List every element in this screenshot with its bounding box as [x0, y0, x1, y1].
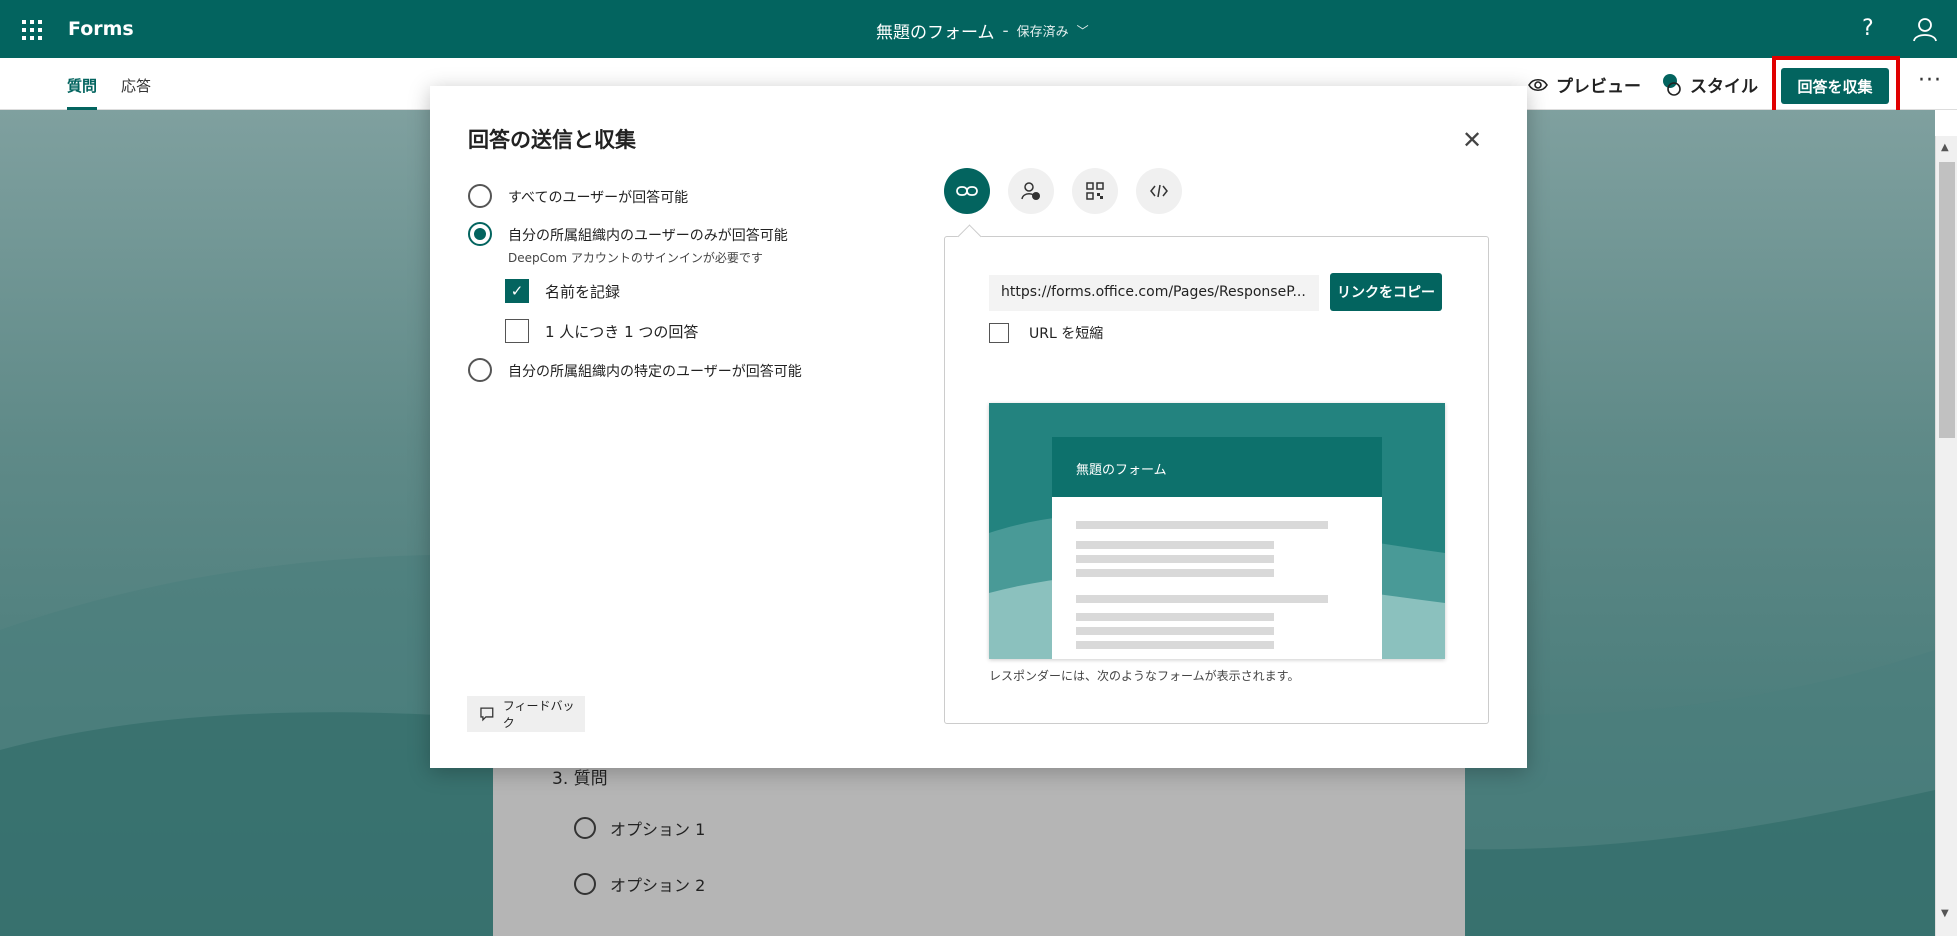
- page-scrollbar[interactable]: ▲ ▼: [1935, 136, 1957, 936]
- preview-label: プレビュー: [1556, 77, 1641, 97]
- preview-line: [1076, 555, 1274, 563]
- chevron-down-icon: ﹀: [1076, 24, 1089, 38]
- form-title-area[interactable]: 無題のフォーム - 保存済み ﹀: [876, 18, 1089, 44]
- option-label: オプション 2: [610, 876, 706, 895]
- preview-form-title: 無題のフォーム: [1052, 437, 1382, 497]
- radio-label: 自分の所属組織内のユーザーのみが回答可能: [508, 228, 788, 244]
- preview-button[interactable]: プレビュー: [1528, 72, 1641, 97]
- checkbox-label: 名前を記録: [545, 282, 621, 301]
- option-radio[interactable]: [574, 817, 596, 839]
- dialog-title: 回答の送信と収集: [468, 128, 636, 152]
- feedback-button[interactable]: フィードバック: [467, 696, 585, 732]
- option-radio[interactable]: [574, 873, 596, 895]
- preview-line: [1076, 595, 1328, 603]
- checkbox[interactable]: [989, 323, 1009, 343]
- preview-line: [1076, 613, 1274, 621]
- comment-icon: [480, 707, 494, 722]
- radio-button[interactable]: [468, 184, 492, 208]
- preview-caption: レスポンダーには、次のようなフォームが表示されます。: [989, 669, 1300, 683]
- qr-code-icon[interactable]: [1072, 168, 1118, 214]
- top-bar: Forms 無題のフォーム - 保存済み ﹀ ?: [0, 0, 1957, 58]
- app-name[interactable]: Forms: [68, 18, 134, 40]
- feedback-label: フィードバック: [502, 699, 575, 730]
- title-separator: -: [1002, 20, 1009, 41]
- preview-line: [1076, 641, 1274, 649]
- help-icon[interactable]: ?: [1862, 16, 1874, 41]
- radio-sublabel: DeepCom アカウントのサインインが必要です: [508, 251, 763, 265]
- invite-people-icon[interactable]: [1008, 168, 1054, 214]
- preview-line: [1076, 521, 1328, 529]
- radio-anyone[interactable]: すべてのユーザーが回答可能: [468, 184, 688, 208]
- checkbox-one-response[interactable]: 1 人につき 1 つの回答: [505, 319, 698, 343]
- palette-icon: [1663, 73, 1681, 96]
- checkbox-record-name[interactable]: ✓ 名前を記録: [505, 279, 620, 303]
- embed-code-icon[interactable]: [1136, 168, 1182, 214]
- close-icon[interactable]: ✕: [1462, 126, 1482, 154]
- form-title: 無題のフォーム: [876, 23, 995, 43]
- radio-org-only[interactable]: 自分の所属組織内のユーザーのみが回答可能 DeepCom アカウントのサインイン…: [468, 222, 788, 266]
- shorten-url-label: URL を短縮: [1029, 326, 1104, 342]
- preview-line: [1076, 569, 1274, 577]
- link-icon[interactable]: [944, 168, 990, 214]
- tab-responses[interactable]: 応答: [121, 75, 151, 96]
- scroll-thumb[interactable]: [1939, 162, 1955, 438]
- scroll-down-icon[interactable]: ▼: [1941, 908, 1949, 919]
- scroll-up-icon[interactable]: ▲: [1941, 142, 1949, 153]
- style-button[interactable]: スタイル: [1660, 72, 1758, 97]
- option-label: オプション 1: [610, 820, 706, 839]
- share-url-field[interactable]: https://forms.office.com/Pages/ResponseP…: [989, 275, 1319, 311]
- style-label: スタイル: [1690, 77, 1758, 97]
- preview-form-card: 無題のフォーム: [1052, 437, 1382, 659]
- radio-button[interactable]: [468, 358, 492, 382]
- radio-label: 自分の所属組織内の特定のユーザーが回答可能: [508, 364, 802, 380]
- app-launcher-icon[interactable]: [22, 20, 42, 40]
- radio-label: すべてのユーザーが回答可能: [508, 190, 689, 206]
- checkbox-label: 1 人につき 1 つの回答: [545, 322, 699, 341]
- copy-link-button[interactable]: リンクをコピー: [1330, 273, 1442, 311]
- radio-button[interactable]: [468, 222, 492, 246]
- user-icon[interactable]: [1912, 16, 1938, 42]
- preview-line: [1076, 627, 1274, 635]
- form-preview-image: 無題のフォーム: [989, 403, 1445, 659]
- preview-line: [1076, 541, 1274, 549]
- more-options-icon[interactable]: ···: [1918, 68, 1942, 93]
- save-status: 保存済み: [1016, 25, 1069, 40]
- option-1[interactable]: オプション 1: [574, 816, 705, 840]
- highlight-frame: [1772, 56, 1900, 115]
- checkbox[interactable]: [505, 319, 529, 343]
- tab-questions[interactable]: 質問: [67, 75, 98, 110]
- share-link-panel: https://forms.office.com/Pages/ResponseP…: [944, 236, 1489, 724]
- send-collect-dialog: 回答の送信と収集 ✕ すべてのユーザーが回答可能 自分の所属組織内のユーザーのみ…: [430, 86, 1527, 768]
- radio-specific-people[interactable]: 自分の所属組織内の特定のユーザーが回答可能: [468, 358, 802, 382]
- shorten-url-option[interactable]: URL を短縮: [989, 323, 1103, 343]
- option-2[interactable]: オプション 2: [574, 872, 705, 896]
- share-method-tabs: [944, 168, 1182, 214]
- eye-icon: [1528, 78, 1548, 91]
- checkbox[interactable]: ✓: [505, 279, 529, 303]
